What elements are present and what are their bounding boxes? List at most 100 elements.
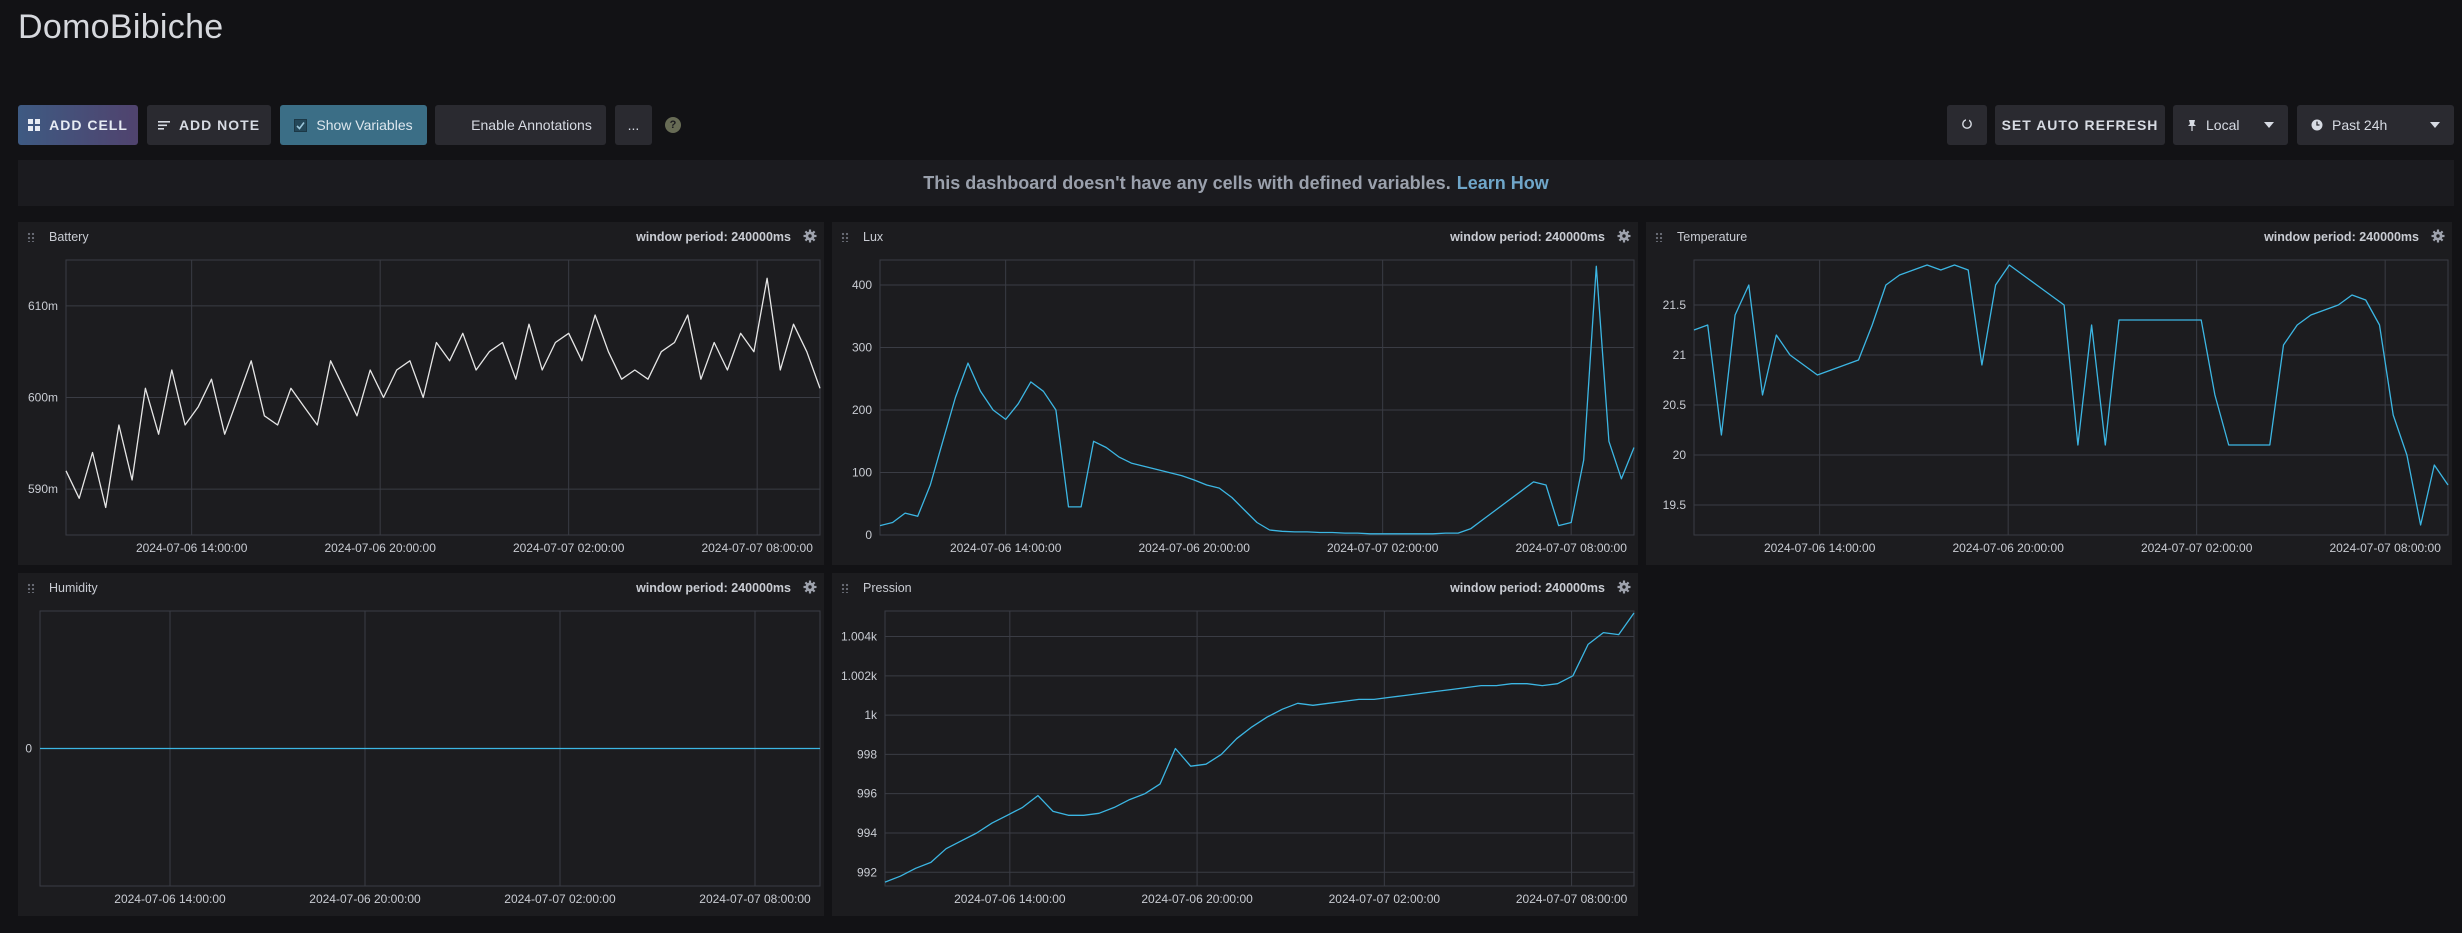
x-tick-label: 2024-07-06 14:00:00: [114, 892, 226, 906]
pression-chart[interactable]: 992 994 996 998 1k 1.002k 1.004k 2024-07-06 14:…: [832, 601, 1638, 916]
gear-icon[interactable]: [2431, 229, 2445, 243]
y-tick-label: 994: [857, 826, 877, 840]
notice-text: This dashboard doesn't have any cells wi…: [923, 172, 1451, 193]
y-tick-label: 100: [852, 466, 872, 480]
drag-handle-icon[interactable]: [27, 232, 35, 242]
cell-title: Lux: [863, 230, 884, 244]
plot-frame: [1693, 259, 2449, 536]
learn-how-link[interactable]: Learn How: [1457, 173, 1549, 194]
x-tick-label: 2024-07-06 14:00:00: [136, 541, 248, 555]
humidity-chart[interactable]: 0 2024-07-06 14:00:00 2024-07-06 20:00:00 2…: [18, 601, 824, 916]
y-tick-label: 996: [857, 787, 877, 801]
y-tick-label: 19.5: [1663, 498, 1687, 512]
add-note-button[interactable]: ADD NOTE: [147, 105, 271, 145]
gear-icon[interactable]: [1617, 229, 1631, 243]
y-tick-label: 300: [852, 341, 872, 355]
y-tick-label: 610m: [28, 299, 58, 313]
refresh-icon: [1961, 117, 1973, 133]
y-tick-label: 400: [852, 278, 872, 292]
more-options-button[interactable]: ...: [615, 105, 652, 145]
gear-icon[interactable]: [803, 229, 817, 243]
cell-header[interactable]: Battery window period: 240000ms: [18, 222, 824, 250]
dashboard-cell: Battery window period: 240000ms 590m 600m…: [18, 222, 824, 565]
drag-handle-icon[interactable]: [27, 583, 35, 593]
cell-title: Pression: [863, 581, 912, 595]
y-tick-label: 0: [25, 742, 32, 756]
drag-handle-icon[interactable]: [841, 232, 849, 242]
timezone-label: Local: [2206, 117, 2240, 133]
x-tick-label: 2024-07-06 20:00:00: [324, 541, 436, 555]
y-tick-label: 21.5: [1663, 298, 1687, 312]
add-cell-button[interactable]: ADD CELL: [18, 105, 138, 145]
dashboard-toolbar: ADD CELL ADD NOTE Show Variables Enable …: [18, 105, 2454, 145]
x-tick-label: 2024-07-07 02:00:00: [1327, 541, 1439, 555]
drag-handle-icon[interactable]: [1655, 232, 1663, 242]
x-tick-label: 2024-07-06 14:00:00: [954, 892, 1066, 906]
y-tick-label: 590m: [28, 482, 58, 496]
page-title: DomoBibiche: [18, 8, 224, 46]
help-icon[interactable]: ?: [665, 117, 681, 133]
timezone-dropdown[interactable]: Local: [2173, 105, 2288, 145]
show-variables-toggle[interactable]: Show Variables: [280, 105, 427, 145]
y-tick-label: 992: [857, 865, 877, 879]
pin-icon: [2187, 119, 2197, 131]
x-tick-label: 2024-07-07 08:00:00: [1515, 541, 1627, 555]
battery-chart[interactable]: 590m 600m 610m 2024-07-06 14:00:00 2024-07-0…: [18, 250, 824, 565]
x-tick-label: 2024-07-07 08:00:00: [701, 541, 813, 555]
checkbox-empty-icon: [449, 118, 463, 132]
auto-refresh-label: SET AUTO REFRESH: [2001, 117, 2159, 133]
cell-header[interactable]: Lux window period: 240000ms: [832, 222, 1638, 250]
y-tick-label: 200: [852, 403, 872, 417]
gear-icon[interactable]: [803, 580, 817, 594]
series-line: [884, 612, 1635, 883]
x-tick-label: 2024-07-06 20:00:00: [1138, 541, 1250, 555]
add-note-label: ADD NOTE: [178, 117, 261, 133]
add-cell-label: ADD CELL: [49, 117, 128, 133]
enable-annotations-label: Enable Annotations: [471, 117, 592, 133]
cell-title: Humidity: [49, 581, 98, 595]
refresh-button[interactable]: [1947, 105, 1987, 145]
cell-header[interactable]: Temperature window period: 240000ms: [1646, 222, 2452, 250]
cell-title: Battery: [49, 230, 89, 244]
cell-title: Temperature: [1677, 230, 1748, 244]
more-options-label: ...: [627, 117, 640, 133]
y-tick-label: 20.5: [1663, 398, 1687, 412]
window-period: window period: 240000ms: [1450, 230, 1605, 244]
enable-annotations-toggle[interactable]: Enable Annotations: [435, 105, 606, 145]
y-tick-label: 21: [1673, 348, 1687, 362]
drag-handle-icon[interactable]: [841, 583, 849, 593]
plot-frame: [879, 259, 1635, 536]
x-tick-label: 2024-07-06 20:00:00: [1141, 892, 1253, 906]
gear-icon[interactable]: [1617, 580, 1631, 594]
window-period: window period: 240000ms: [1450, 581, 1605, 595]
lux-chart[interactable]: 0 100 200 300 400 2024-07-06 14:00:00 2024-07-…: [832, 250, 1638, 565]
y-tick-label: 1.004k: [841, 630, 878, 644]
temperature-chart[interactable]: 19.5 20 20.5 21 21.5 2024-07-06 14:00:00 2024-…: [1646, 250, 2452, 565]
clock-icon: [2311, 119, 2323, 131]
time-range-label: Past 24h: [2332, 117, 2388, 133]
x-tick-label: 2024-07-07 02:00:00: [2141, 541, 2253, 555]
window-period: window period: 240000ms: [636, 581, 791, 595]
dashboard-cell: Lux window period: 240000ms 0 100 200 300 40…: [832, 222, 1638, 565]
x-tick-label: 2024-07-07 08:00:00: [1516, 892, 1628, 906]
auto-refresh-button[interactable]: SET AUTO REFRESH: [1995, 105, 2165, 145]
dashboard-cell: Temperature window period: 240000ms 19.5…: [1646, 222, 2452, 565]
y-tick-label: 20: [1673, 448, 1687, 462]
y-tick-label: 600m: [28, 391, 58, 405]
x-tick-label: 2024-07-06 14:00:00: [950, 541, 1062, 555]
x-tick-label: 2024-07-07 08:00:00: [699, 892, 811, 906]
grid-icon: [28, 119, 41, 131]
variables-notice: This dashboard doesn't have any cells wi…: [18, 160, 2454, 206]
x-tick-label: 2024-07-06 20:00:00: [309, 892, 421, 906]
chevron-down-icon: [2430, 122, 2440, 128]
cell-header[interactable]: Pression window period: 240000ms: [832, 573, 1638, 601]
dashboard-cell: Pression window period: 240000ms 992 994 9…: [832, 573, 1638, 916]
x-tick-label: 2024-07-06 20:00:00: [1952, 541, 2064, 555]
x-tick-label: 2024-07-06 14:00:00: [1764, 541, 1876, 555]
cell-header[interactable]: Humidity window period: 240000ms: [18, 573, 824, 601]
series-line: [65, 277, 821, 509]
checkbox-icon: [294, 118, 308, 132]
series-line: [879, 265, 1635, 535]
show-variables-label: Show Variables: [316, 117, 413, 133]
time-range-dropdown[interactable]: Past 24h: [2297, 105, 2454, 145]
